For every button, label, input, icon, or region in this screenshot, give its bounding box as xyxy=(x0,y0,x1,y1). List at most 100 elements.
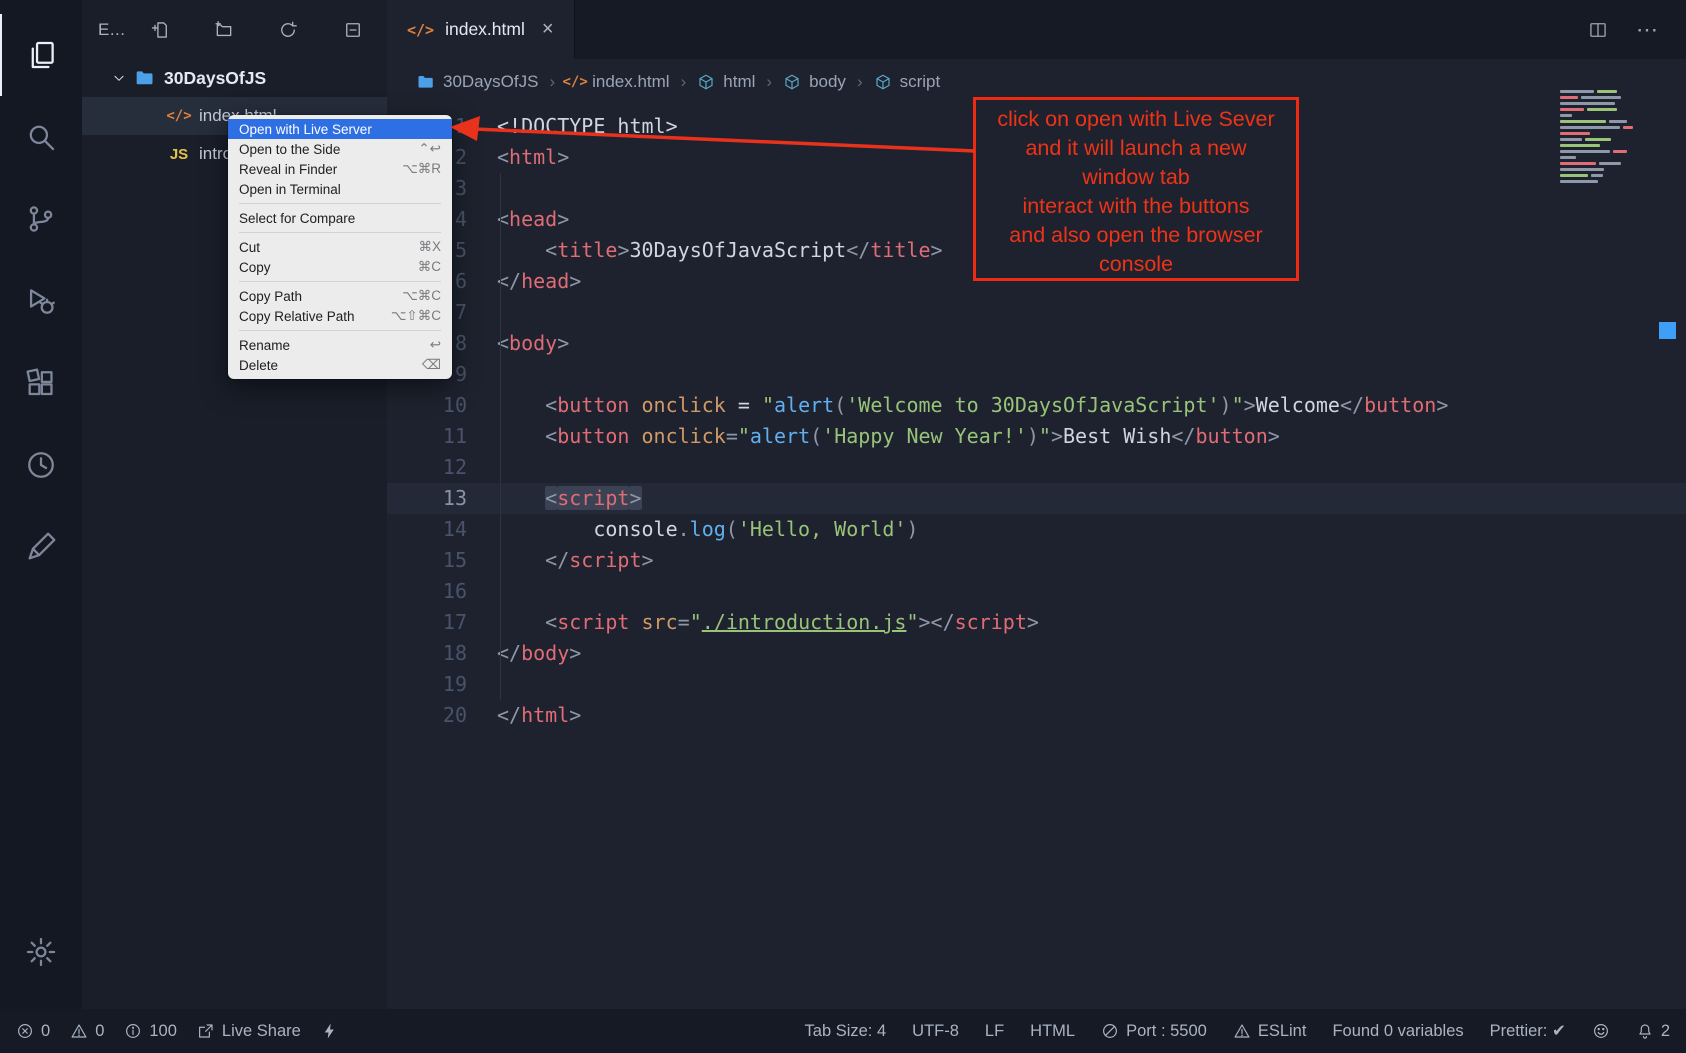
status-prettier-[interactable]: Prettier: ✔ xyxy=(1490,1021,1566,1041)
symbol-icon xyxy=(874,73,892,91)
code-line-8[interactable]: 8<body> xyxy=(387,328,1686,359)
status-0[interactable]: 0 xyxy=(70,1022,104,1041)
code-line-15[interactable]: 15 </script> xyxy=(387,545,1686,576)
chevron-down-icon xyxy=(112,71,126,85)
source-control-icon xyxy=(24,202,58,236)
tab-index-html[interactable]: </> index.html × xyxy=(387,0,575,59)
status-right: Tab Size: 4 UTF-8 LF HTML Port : 5500 ESLint F… xyxy=(779,1021,1670,1041)
breadcrumb-item-index.html[interactable]: </> index.html xyxy=(566,72,669,92)
minimap[interactable] xyxy=(1560,90,1646,186)
status-port-5500[interactable]: Port : 5500 xyxy=(1101,1022,1207,1041)
code-line-7[interactable]: 7 xyxy=(387,297,1686,328)
annotation-line: console xyxy=(976,250,1296,279)
line-number: 12 xyxy=(387,452,467,483)
activity-explorer[interactable] xyxy=(0,14,82,96)
status-label: HTML xyxy=(1030,1022,1075,1041)
collapse-all-icon[interactable] xyxy=(343,20,363,40)
new-folder-icon[interactable] xyxy=(214,20,234,40)
feedback-icon xyxy=(24,530,58,564)
explorer-header-icons xyxy=(150,20,371,40)
code-line-17[interactable]: 17 <script src="./introduction.js"></scr… xyxy=(387,607,1686,638)
menu-item-label: Rename xyxy=(239,338,290,353)
line-number: 10 xyxy=(387,390,467,421)
line-content: </script> xyxy=(497,545,654,576)
js-file-icon: JS xyxy=(170,145,188,163)
line-number: 11 xyxy=(387,421,467,452)
menu-item-open-with-live-server[interactable]: Open with Live Server xyxy=(228,119,452,139)
scrollbar-marker[interactable] xyxy=(1659,322,1676,339)
menu-item-shortcut: ⌥⌘R xyxy=(402,161,441,177)
status-label: 2 xyxy=(1661,1022,1670,1041)
breadcrumb-label: index.html xyxy=(592,72,669,92)
line-content: <script src="./introduction.js"></script… xyxy=(497,607,1039,638)
menu-item-select-for-compare[interactable]: Select for Compare xyxy=(228,208,452,228)
activity-search[interactable] xyxy=(1,96,81,178)
annotation-line: interact with the buttons xyxy=(976,192,1296,221)
breadcrumb-label: body xyxy=(809,72,846,92)
menu-item-reveal-in-finder[interactable]: Reveal in Finder⌥⌘R xyxy=(228,159,452,179)
status-lf[interactable]: LF xyxy=(985,1022,1004,1041)
menu-item-copy[interactable]: Copy⌘C xyxy=(228,257,452,277)
menu-separator xyxy=(239,203,441,204)
more-actions-icon[interactable]: ⋯ xyxy=(1636,17,1660,43)
breadcrumb-label: script xyxy=(900,72,941,92)
status-100[interactable]: 100 xyxy=(124,1022,177,1041)
breadcrumb-item-html[interactable]: html xyxy=(697,72,755,92)
status-html[interactable]: HTML xyxy=(1030,1022,1075,1041)
status-label: Found 0 variables xyxy=(1332,1022,1463,1041)
status-eslint[interactable]: ESLint xyxy=(1233,1022,1307,1041)
line-content: <!DOCTYPE html> xyxy=(497,111,678,142)
close-icon[interactable]: × xyxy=(542,18,554,41)
code-line-20[interactable]: 20</html> xyxy=(387,700,1686,731)
status-smiley[interactable] xyxy=(1592,1022,1610,1040)
menu-item-delete[interactable]: Delete⌫ xyxy=(228,355,452,375)
status-0[interactable]: 0 xyxy=(16,1022,50,1041)
code-line-19[interactable]: 19 xyxy=(387,669,1686,700)
menu-item-label: Open with Live Server xyxy=(239,122,372,137)
menu-item-copy-relative-path[interactable]: Copy Relative Path⌥⇧⌘C xyxy=(228,306,452,326)
line-content: <head> xyxy=(497,204,569,235)
breadcrumb-item-30DaysOfJS[interactable]: 30DaysOfJS xyxy=(417,72,538,92)
status-tab-size-4[interactable]: Tab Size: 4 xyxy=(805,1022,887,1041)
code-line-11[interactable]: 11 <button onclick="alert('Happy New Yea… xyxy=(387,421,1686,452)
code-line-12[interactable]: 12 xyxy=(387,452,1686,483)
activity-settings[interactable] xyxy=(1,911,81,993)
menu-item-cut[interactable]: Cut⌘X xyxy=(228,237,452,257)
menu-item-rename[interactable]: Rename↩ xyxy=(228,335,452,355)
code-line-16[interactable]: 16 xyxy=(387,576,1686,607)
line-number: 15 xyxy=(387,545,467,576)
symbol-icon xyxy=(697,73,715,91)
status-label: 100 xyxy=(149,1022,177,1041)
status-utf-8[interactable]: UTF-8 xyxy=(912,1022,959,1041)
activity-feedback[interactable] xyxy=(1,506,81,588)
status-found-0-variables[interactable]: Found 0 variables xyxy=(1332,1022,1463,1041)
split-editor-icon[interactable] xyxy=(1588,20,1608,40)
new-file-icon[interactable] xyxy=(150,20,170,40)
breadcrumb-item-script[interactable]: script xyxy=(874,72,941,92)
code-line-9[interactable]: 9 xyxy=(387,359,1686,390)
activity-history[interactable] xyxy=(1,424,81,506)
explorer-icon xyxy=(25,38,59,72)
code-line-13[interactable]: 13 <script> xyxy=(387,483,1686,514)
menu-item-open-in-terminal[interactable]: Open in Terminal xyxy=(228,179,452,199)
status-left: 0 0 100 Live Share xyxy=(16,1022,359,1041)
status-live-share[interactable]: Live Share xyxy=(197,1022,301,1041)
code-icon: </> xyxy=(566,73,584,91)
code-line-10[interactable]: 10 <button onclick = "alert('Welcome to … xyxy=(387,390,1686,421)
status-label: Live Share xyxy=(222,1022,301,1041)
activity-source-control[interactable] xyxy=(1,178,81,260)
activity-run-debug[interactable] xyxy=(1,260,81,342)
breadcrumb-item-body[interactable]: body xyxy=(783,72,846,92)
tree-root-folder[interactable]: 30DaysOfJS xyxy=(82,59,387,97)
code-line-18[interactable]: 18</body> xyxy=(387,638,1686,669)
extensions-icon xyxy=(24,366,58,400)
menu-item-open-to-the-side[interactable]: Open to the Side⌃↩ xyxy=(228,139,452,159)
activity-extensions[interactable] xyxy=(1,342,81,424)
status-2[interactable]: 2 xyxy=(1636,1022,1670,1041)
code-line-14[interactable]: 14 console.log('Hello, World') xyxy=(387,514,1686,545)
status-bolt[interactable] xyxy=(321,1022,339,1040)
refresh-icon[interactable] xyxy=(278,20,298,40)
menu-item-label: Open to the Side xyxy=(239,142,340,157)
error-icon xyxy=(16,1022,34,1040)
menu-item-copy-path[interactable]: Copy Path⌥⌘C xyxy=(228,286,452,306)
